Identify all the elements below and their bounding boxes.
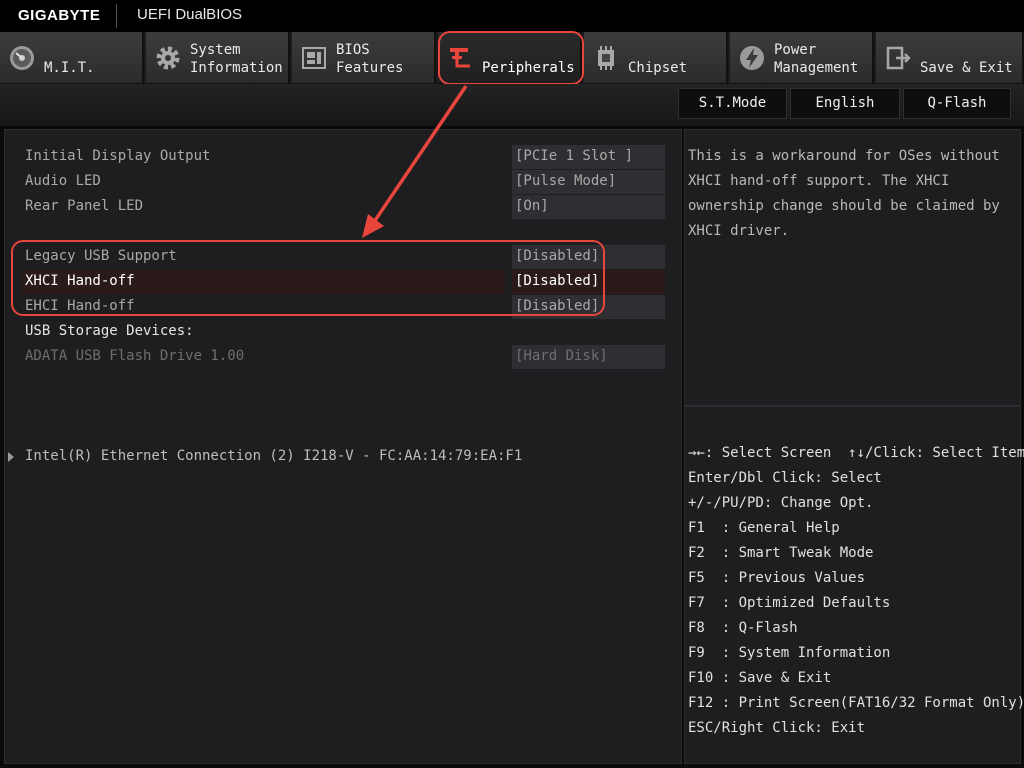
setting-rear-panel-led[interactable]: Rear Panel LED [On]: [5, 195, 681, 220]
settings-panel: Initial Display Output [PCIe 1 Slot ] Au…: [4, 129, 682, 764]
setting-value[interactable]: [PCIe 1 Slot ]: [512, 145, 665, 169]
gear-icon: [156, 46, 180, 70]
usb-storage-devices-header: USB Storage Devices:: [5, 320, 681, 345]
chip-icon: [598, 46, 614, 70]
key-legend-line: ESC/Right Click: Exit: [688, 720, 866, 736]
tab-chipset[interactable]: Chipset: [584, 32, 728, 84]
key-legend-line: F9 : System Information: [688, 645, 891, 661]
gauge-icon: [10, 46, 34, 70]
tab-label: System Information: [190, 42, 283, 76]
help-panel: This is a workaround for OSes without XH…: [684, 129, 1021, 406]
main-tab-bar: M.I.T. System Information BIOS Features …: [0, 32, 1024, 84]
chip-board-icon: [302, 47, 326, 69]
setting-legacy-usb-support[interactable]: Legacy USB Support [Disabled]: [5, 245, 681, 270]
tab-mit[interactable]: M.I.T.: [0, 32, 144, 84]
setting-adata-usb-flash-drive: ADATA USB Flash Drive 1.00 [Hard Disk]: [5, 345, 681, 370]
setting-xhci-hand-off[interactable]: XHCI Hand-off [Disabled]: [5, 270, 681, 295]
setting-label: Audio LED: [25, 173, 101, 189]
setting-label: Initial Display Output: [25, 148, 211, 164]
peripherals-plug-icon: [450, 48, 470, 68]
setting-value[interactable]: [Disabled]: [512, 295, 665, 319]
setting-audio-led[interactable]: Audio LED [Pulse Mode]: [5, 170, 681, 195]
setting-label: Legacy USB Support: [25, 248, 177, 264]
tab-system-information[interactable]: System Information: [146, 32, 290, 84]
key-legend-line: F1 : General Help: [688, 520, 840, 536]
help-text: This is a workaround for OSes without XH…: [688, 148, 1000, 239]
qflash-button[interactable]: Q-Flash: [903, 88, 1011, 119]
setting-label: XHCI Hand-off: [25, 273, 135, 289]
setting-value[interactable]: [Disabled]: [512, 245, 665, 269]
tab-peripherals[interactable]: Peripherals: [438, 32, 582, 84]
key-legend-line: F7 : Optimized Defaults: [688, 595, 891, 611]
tab-save-exit[interactable]: Save & Exit: [876, 32, 1024, 84]
setting-label: Rear Panel LED: [25, 198, 144, 214]
brand-logo: GIGABYTE: [18, 7, 101, 24]
tab-label: Chipset: [628, 60, 688, 76]
setting-value[interactable]: [Pulse Mode]: [512, 170, 665, 194]
setting-value[interactable]: [Disabled]: [512, 270, 665, 294]
product-name: UEFI DualBIOS: [137, 6, 243, 23]
key-legend-line: F5 : Previous Values: [688, 570, 866, 586]
setting-initial-display-output[interactable]: Initial Display Output [PCIe 1 Slot ]: [5, 145, 681, 170]
key-legend-line: F10 : Save & Exit: [688, 670, 832, 686]
key-legend-line: →←: Select Screen ↑↓/Click: Select Item: [688, 445, 1024, 461]
key-legend-line: +/-/PU/PD: Change Opt.: [688, 495, 874, 511]
language-button[interactable]: English: [790, 88, 900, 119]
title-bar: GIGABYTE UEFI DualBIOS: [0, 0, 1024, 32]
submenu-label: Intel(R) Ethernet Connection (2) I218-V …: [25, 448, 523, 464]
section-label: USB Storage Devices:: [25, 323, 194, 339]
tab-label: M.I.T.: [44, 60, 95, 76]
key-legend-line: F8 : Q-Flash: [688, 620, 798, 636]
setting-value[interactable]: [On]: [512, 195, 665, 219]
key-legend-panel: →←: Select Screen ↑↓/Click: Select Item …: [684, 406, 1024, 764]
key-legend-line: F2 : Smart Tweak Mode: [688, 545, 874, 561]
tab-bios-features[interactable]: BIOS Features: [292, 32, 436, 84]
key-legend-line: Enter/Dbl Click: Select: [688, 470, 882, 486]
setting-label: EHCI Hand-off: [25, 298, 135, 314]
power-bolt-icon: [740, 46, 764, 70]
submenu-intel-ethernet[interactable]: Intel(R) Ethernet Connection (2) I218-V …: [5, 445, 681, 470]
tab-label: BIOS Features: [336, 42, 404, 76]
key-legend-line: F12 : Print Screen(FAT16/32 Format Only): [688, 695, 1024, 711]
setting-value: [Hard Disk]: [512, 345, 665, 369]
tab-label: Save & Exit: [920, 60, 1013, 76]
st-mode-button[interactable]: S.T.Mode: [678, 88, 787, 119]
setting-ehci-hand-off[interactable]: EHCI Hand-off [Disabled]: [5, 295, 681, 320]
submenu-arrow-icon: [8, 452, 14, 462]
tab-label: Power Management: [774, 42, 859, 76]
exit-door-icon: [886, 46, 911, 70]
tab-label: Peripherals: [482, 60, 575, 76]
sub-toolbar: S.T.Mode English Q-Flash: [0, 84, 1024, 126]
title-separator: [116, 4, 117, 28]
tab-power-management[interactable]: Power Management: [730, 32, 874, 84]
setting-label: ADATA USB Flash Drive 1.00: [25, 348, 245, 364]
